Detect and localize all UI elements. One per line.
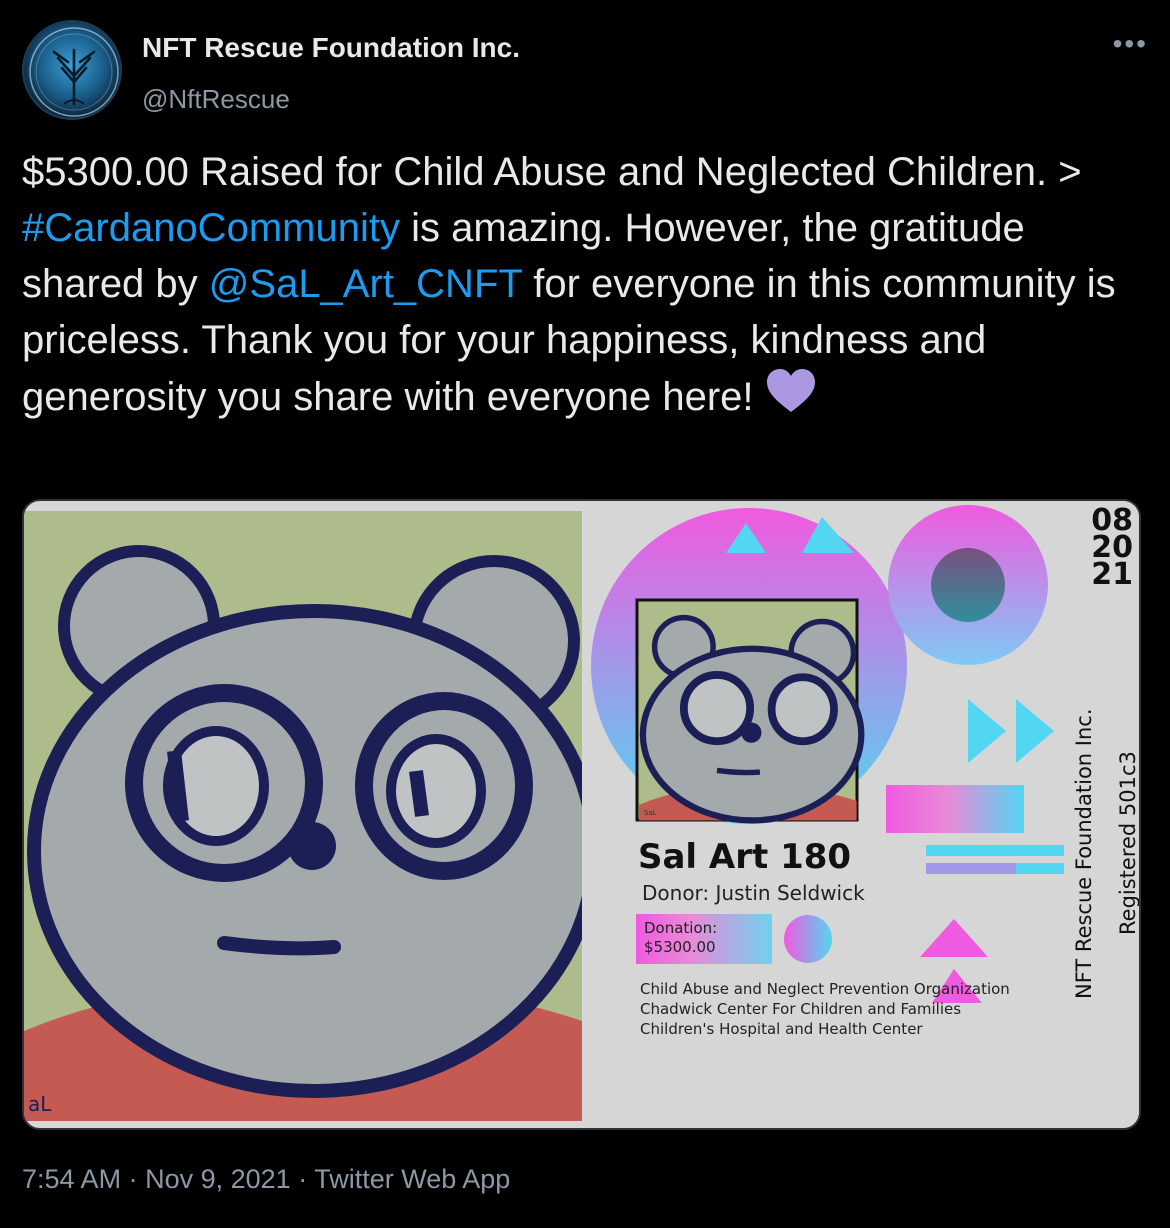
author-name[interactable]: NFT Rescue Foundation Inc. — [142, 32, 520, 64]
signature: aL — [28, 1092, 52, 1116]
tweet-media[interactable]: aL SaL 08 20 21 Sal Art 180 Donor: Justi… — [22, 499, 1141, 1130]
donation-amount: $5300.00 — [644, 938, 716, 956]
certificate-title: Sal Art 180 — [638, 837, 852, 877]
purple-heart-icon — [765, 368, 817, 429]
tweet-timestamp: 7:54 AM · Nov 9, 2021 · Twitter Web App — [22, 1164, 510, 1195]
org-line: Children's Hospital and Health Center — [640, 1020, 923, 1038]
certificate-donor: Donor: Justin Seldwick — [642, 881, 865, 905]
separator-dot: · — [298, 1164, 315, 1194]
date-line: 21 — [1091, 557, 1133, 592]
small-signature: SaL — [644, 809, 657, 817]
more-options-icon[interactable]: ••• — [1113, 30, 1148, 58]
donation-certificate[interactable]: SaL 08 20 21 Sal Art 180 Donor: Justin S… — [584, 501, 1140, 1128]
tweet-text: $5300.00 Raised for Child Abuse and Negl… — [22, 144, 1148, 429]
vertical-org-name: NFT Rescue Foundation Inc. — [1072, 708, 1096, 999]
donation-info: Donation: $5300.00 — [644, 919, 717, 957]
org-line: Child Abuse and Neglect Prevention Organ… — [640, 980, 1010, 998]
tweet-date[interactable]: Nov 9, 2021 — [145, 1164, 291, 1194]
tree-logo-icon[interactable] — [22, 20, 122, 120]
separator-dot: · — [128, 1164, 146, 1194]
tweet-text-part: $5300.00 Raised for Child Abuse and Negl… — [22, 150, 1082, 194]
org-line: Chadwick Center For Children and Familie… — [640, 1000, 962, 1018]
vertical-registration: Registered 501c3 — [1116, 751, 1140, 935]
tweet-header: NFT Rescue Foundation Inc. @NftRescue ••… — [22, 20, 1148, 120]
certificate-date: 08 20 21 — [1091, 506, 1133, 592]
author-handle[interactable]: @NftRescue — [142, 84, 290, 115]
panda-artwork[interactable]: aL — [24, 511, 601, 1121]
certificate-orgs: Child Abuse and Neglect Prevention Organ… — [640, 979, 1010, 1039]
donation-label: Donation: — [644, 919, 718, 937]
mention-link[interactable]: @SaL_Art_CNFT — [209, 262, 522, 306]
hashtag-link[interactable]: #CardanoCommunity — [22, 206, 400, 250]
tweet-source-app[interactable]: Twitter Web App — [314, 1164, 510, 1194]
tweet-time[interactable]: 7:54 AM — [22, 1164, 121, 1194]
